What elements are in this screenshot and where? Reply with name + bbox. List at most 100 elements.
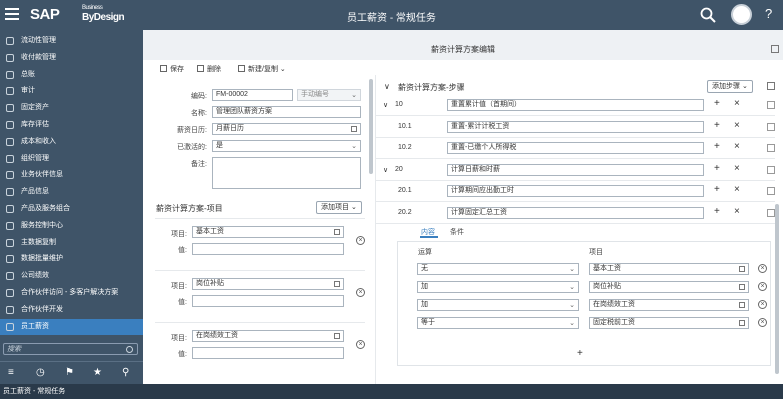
grid-item-field[interactable]: 固定税前工资 [589, 317, 749, 329]
value-help-icon[interactable] [739, 284, 745, 290]
delete-icon[interactable]: × [734, 120, 740, 131]
remove-icon[interactable]: × [758, 318, 767, 327]
item-field[interactable]: 岗位补贴 [192, 278, 344, 290]
delete-icon[interactable]: × [734, 184, 740, 195]
step-name-field[interactable]: 重置-累计计税工资 [447, 121, 704, 133]
remove-icon[interactable]: × [758, 300, 767, 309]
delete-icon[interactable]: × [734, 206, 740, 217]
note-textarea[interactable] [212, 157, 361, 189]
scrollbar[interactable] [775, 204, 779, 374]
value-help-icon[interactable] [739, 266, 745, 272]
indent-icon[interactable] [767, 101, 775, 109]
calendar-field[interactable]: 月薪日历 [212, 123, 361, 135]
pin-icon[interactable]: ⚲ [122, 367, 129, 378]
delete-button[interactable]: 删除 [197, 64, 221, 74]
popout-icon[interactable] [771, 45, 779, 53]
sidebar-item[interactable]: 总账 [0, 67, 143, 83]
sidebar-item[interactable]: 库存评估 [0, 117, 143, 133]
scrollbar[interactable] [369, 79, 373, 174]
expand-icon[interactable]: ∨ [383, 101, 388, 109]
name-field[interactable]: 管理团队薪资方案 [212, 106, 361, 118]
add-step-button[interactable]: 添加步骤 ⌄ [707, 80, 753, 93]
popout-icon[interactable] [767, 82, 775, 90]
value-help-icon[interactable] [739, 302, 745, 308]
step-name-field[interactable]: 计算固定汇总工资 [447, 207, 704, 219]
add-icon[interactable]: + [714, 163, 720, 174]
step-name-field[interactable]: 重置-已缴个人所得税 [447, 142, 704, 154]
indent-icon[interactable] [767, 123, 775, 131]
sidebar-item[interactable]: 员工薪资 [0, 318, 143, 335]
flag-icon[interactable]: ⚑ [65, 367, 74, 378]
sidebar-item[interactable]: 服务控制中心 [0, 218, 143, 234]
add-item-button[interactable]: 添加项目 ⌄ [316, 201, 362, 214]
indent-icon[interactable] [767, 144, 775, 152]
sidebar-item[interactable]: 公司绩效 [0, 268, 143, 284]
star-icon[interactable]: ★ [93, 367, 102, 378]
value-help-icon[interactable] [351, 126, 357, 132]
add-icon[interactable]: + [714, 206, 720, 217]
sidebar-item[interactable]: 产品及服务组合 [0, 201, 143, 217]
delete-icon[interactable]: × [734, 163, 740, 174]
value-help-icon[interactable] [334, 281, 340, 287]
clock-icon[interactable]: ◷ [36, 367, 45, 378]
add-row-icon[interactable]: + [577, 348, 583, 359]
sidebar-item[interactable]: 组织管理 [0, 151, 143, 167]
sidebar-item[interactable]: 产品信息 [0, 184, 143, 200]
sidebar-item[interactable]: 收付款管理 [0, 50, 143, 66]
value-field[interactable] [192, 295, 344, 307]
expand-icon[interactable]: ∨ [383, 166, 388, 174]
remove-icon[interactable]: × [758, 282, 767, 291]
help-icon[interactable]: ? [765, 6, 772, 21]
delete-icon[interactable]: × [734, 141, 740, 152]
operation-select[interactable]: 无 ⌄ [417, 263, 579, 275]
search-icon[interactable] [700, 7, 716, 23]
sidebar-item[interactable]: 流动性管理 [0, 33, 143, 49]
value-help-icon[interactable] [334, 229, 340, 235]
add-icon[interactable]: + [714, 184, 720, 195]
sidebar-item[interactable]: 合作伙伴开发 [0, 302, 143, 318]
step-name-field[interactable]: 计算期间应出勤工时 [447, 185, 704, 197]
indent-icon[interactable] [767, 209, 775, 217]
operation-select[interactable]: 加 ⌄ [417, 299, 579, 311]
delete-icon[interactable]: × [734, 98, 740, 109]
add-icon[interactable]: + [714, 120, 720, 131]
grid-item-field[interactable]: 基本工资 [589, 263, 749, 275]
new-copy-button[interactable]: 新建/复制 ⌄ [238, 64, 286, 74]
list-icon[interactable]: ≡ [8, 367, 14, 378]
grid-item-field[interactable]: 在岗绩效工资 [589, 299, 749, 311]
tab-content[interactable]: 内容 [421, 227, 435, 237]
remove-icon[interactable]: × [356, 340, 365, 349]
add-icon[interactable]: + [714, 141, 720, 152]
indent-icon[interactable] [767, 166, 775, 174]
sidebar-item[interactable]: 数据批量维护 [0, 251, 143, 267]
remove-icon[interactable]: × [356, 288, 365, 297]
active-select[interactable]: 是 ⌄ [212, 140, 361, 152]
sidebar-search-input[interactable]: 搜索 [3, 343, 138, 355]
numbering-select[interactable]: 手动编号 ⌄ [297, 89, 361, 101]
tab-condition[interactable]: 条件 [450, 227, 464, 237]
save-button[interactable]: 保存 [160, 64, 184, 74]
sidebar-item[interactable]: 主数据复制 [0, 235, 143, 251]
operation-select[interactable]: 等于 ⌄ [417, 317, 579, 329]
code-field[interactable]: FM-00002 [212, 89, 293, 101]
operation-select[interactable]: 加 ⌄ [417, 281, 579, 293]
sidebar-item[interactable]: 审计 [0, 83, 143, 99]
grid-item-field[interactable]: 岗位补贴 [589, 281, 749, 293]
item-field[interactable]: 在岗绩效工资 [192, 330, 344, 342]
avatar[interactable] [731, 4, 752, 25]
value-field[interactable] [192, 243, 344, 255]
item-field[interactable]: 基本工资 [192, 226, 344, 238]
value-help-icon[interactable] [739, 320, 745, 326]
remove-icon[interactable]: × [758, 264, 767, 273]
value-help-icon[interactable] [334, 333, 340, 339]
sidebar-item[interactable]: 固定资产 [0, 100, 143, 116]
collapse-icon[interactable]: ∨ [384, 82, 390, 91]
remove-icon[interactable]: × [356, 236, 365, 245]
indent-icon[interactable] [767, 187, 775, 195]
sidebar-item[interactable]: 业务伙伴信息 [0, 167, 143, 183]
step-name-field[interactable]: 重置累计值（首期间） [447, 99, 704, 111]
sidebar-item[interactable]: 成本和收入 [0, 134, 143, 150]
add-icon[interactable]: + [714, 98, 720, 109]
step-name-field[interactable]: 计算日薪和时薪 [447, 164, 704, 176]
sidebar-item[interactable]: 合作伙伴访问 - 多客户解决方案 [0, 285, 143, 301]
